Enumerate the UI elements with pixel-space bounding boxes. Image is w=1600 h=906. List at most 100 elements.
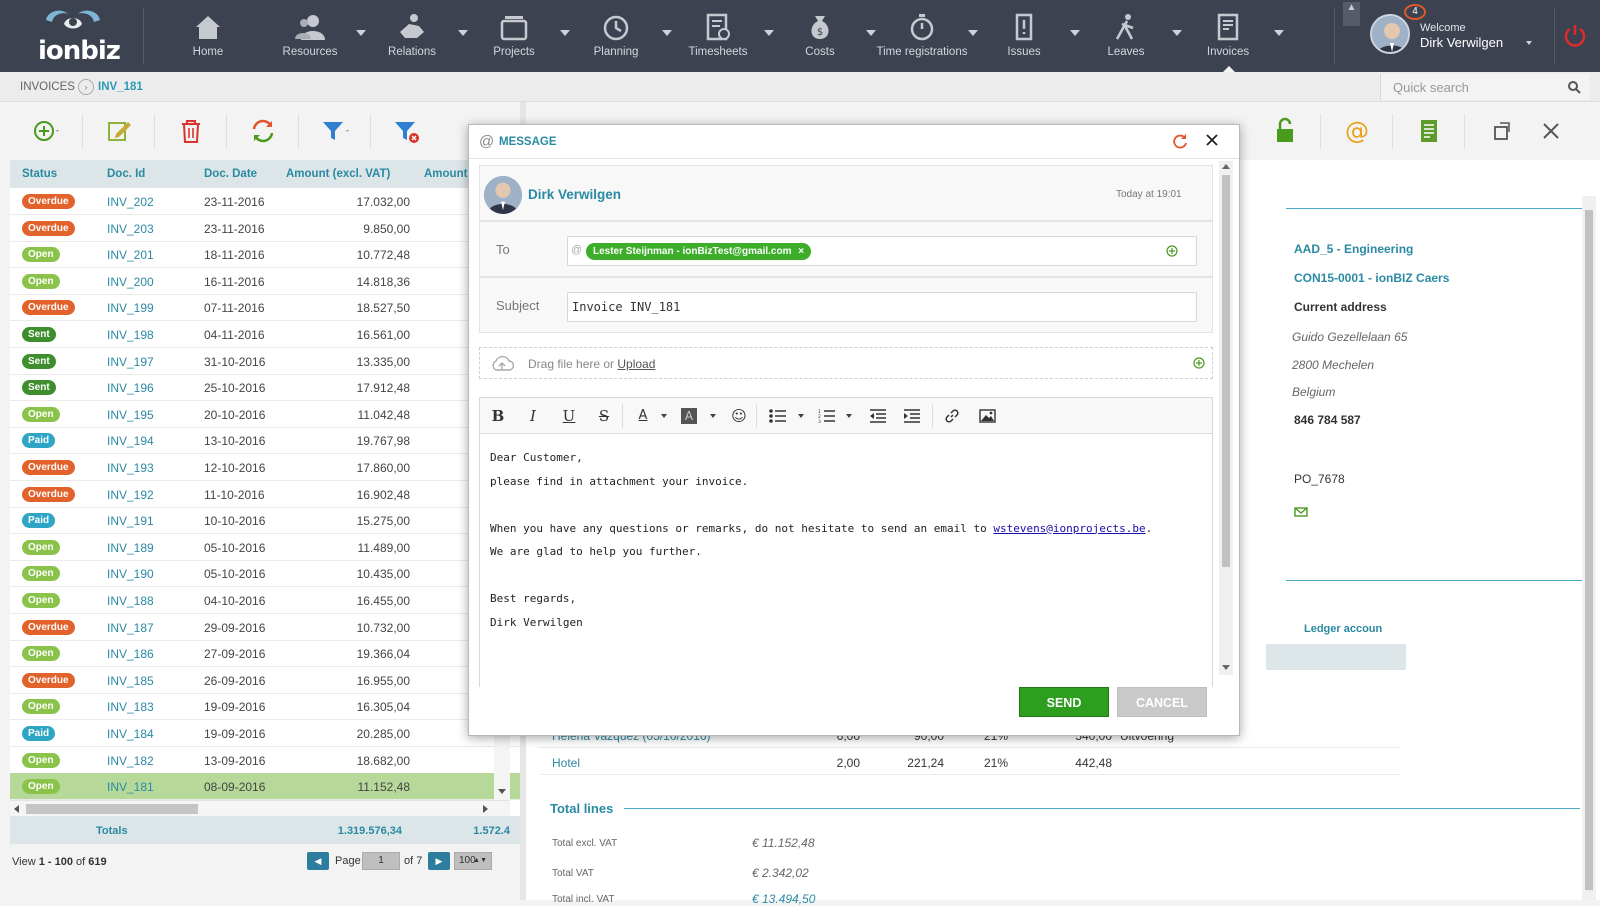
refresh-icon[interactable] — [1171, 132, 1189, 150]
scroll-down-icon[interactable] — [1222, 663, 1230, 671]
horizontal-scrollbar[interactable] — [10, 800, 510, 816]
chevron-down-icon[interactable] — [661, 414, 667, 418]
ionbiz-logo[interactable]: ionbiz — [20, 6, 128, 66]
chevron-down-icon[interactable] — [710, 414, 716, 418]
doc-id[interactable]: INV_187 — [107, 621, 154, 635]
nav-planning[interactable]: Planning — [566, 8, 672, 64]
doc-id[interactable]: INV_188 — [107, 594, 154, 608]
strikethrough-icon[interactable]: S — [594, 407, 614, 425]
doc-id[interactable]: INV_199 — [107, 301, 154, 315]
search-icon[interactable] — [1567, 80, 1581, 94]
doc-id[interactable]: INV_195 — [107, 408, 154, 422]
nav-relations[interactable]: Relations — [362, 8, 468, 64]
edit-icon[interactable] — [104, 116, 134, 146]
to-field[interactable]: @ Lester Steijnman - ionBizTest@gmail.co… — [567, 236, 1197, 266]
chevron-down-icon[interactable] — [1526, 41, 1532, 45]
email-link[interactable]: wstevens@ionprojects.be — [993, 522, 1145, 535]
power-icon[interactable] — [1562, 22, 1588, 48]
column-header-amount-excl-vat[interactable]: Amount (excl. VAT) — [286, 168, 390, 180]
table-row[interactable]: Overdue INV_199 07-11-2016 18.527,50 — [10, 294, 520, 322]
nav-timesheets[interactable]: Timesheets — [668, 8, 774, 64]
table-row[interactable]: Overdue INV_192 11-10-2016 16.902,48 — [10, 481, 520, 508]
nav-invoices[interactable]: Invoices — [1178, 8, 1284, 64]
chevron-down-icon[interactable] — [1274, 30, 1284, 36]
doc-id[interactable]: INV_181 — [107, 780, 154, 794]
font-color-icon[interactable]: A — [633, 407, 653, 425]
table-row[interactable]: Paid INV_191 10-10-2016 15.275,00 — [10, 507, 520, 535]
table-row[interactable]: Open INV_189 05-10-2016 11.489,00 — [10, 534, 520, 561]
table-row[interactable]: OpenINV_18213-09-201618.682,0022 — [10, 747, 520, 774]
outdent-icon[interactable] — [869, 409, 887, 423]
doc-id[interactable]: INV_182 — [107, 754, 154, 768]
doc-id[interactable]: INV_198 — [107, 328, 154, 342]
email-icon[interactable]: @ — [1342, 116, 1372, 146]
page-size-select[interactable]: 100 ▲▼ — [454, 852, 492, 870]
table-row[interactable]: PaidINV_18419-09-201620.285,0024 — [10, 720, 520, 747]
table-row[interactable]: Open INV_200 16-11-2016 14.818,36 — [10, 268, 520, 295]
doc-id[interactable]: INV_193 — [107, 461, 154, 475]
add-icon[interactable] — [30, 116, 60, 146]
italic-icon[interactable]: I — [523, 407, 543, 425]
add-recipient-icon[interactable] — [1166, 245, 1178, 257]
doc-id[interactable]: INV_186 — [107, 647, 154, 661]
scroll-right-icon[interactable] — [480, 804, 490, 814]
doc-id[interactable]: INV_191 — [107, 514, 154, 528]
invoice-document-icon[interactable] — [1414, 116, 1444, 146]
nav-time-registrations[interactable]: Time registrations — [872, 8, 978, 64]
line-row[interactable]: Hotel 2,00 221,24 21% 442,48 — [540, 749, 1400, 775]
scrollbar-thumb[interactable] — [1585, 210, 1593, 890]
link-icon[interactable] — [944, 408, 960, 424]
doc-id[interactable]: INV_203 — [107, 222, 154, 236]
user-menu[interactable]: Welcome Dirk Verwilgen — [1370, 14, 1540, 60]
cancel-button[interactable]: CANCEL — [1117, 687, 1207, 717]
nav-leaves[interactable]: Leaves — [1076, 8, 1182, 64]
table-row[interactable]: OpenINV_18108-09-201611.152,4813 — [10, 773, 520, 800]
numbered-list-icon[interactable]: 123 — [818, 409, 836, 423]
table-row[interactable]: Open INV_201 18-11-2016 10.772,48 — [10, 241, 520, 269]
doc-id[interactable]: INV_200 — [107, 275, 154, 289]
remove-recipient-icon[interactable]: × — [798, 246, 804, 257]
nav-resources[interactable]: Resources — [260, 8, 366, 64]
table-row[interactable]: Overdue INV_187 29-09-2016 10.732,00 — [10, 614, 520, 641]
doc-id[interactable]: INV_202 — [107, 195, 154, 209]
doc-id[interactable]: INV_196 — [107, 381, 154, 395]
delete-icon[interactable] — [176, 116, 206, 146]
highlight-color-icon[interactable]: A — [681, 408, 697, 424]
indent-icon[interactable] — [903, 409, 921, 423]
close-icon[interactable] — [1203, 131, 1221, 149]
file-drop-zone[interactable]: Drag file here or Upload — [479, 347, 1213, 379]
add-file-icon[interactable] — [1193, 357, 1205, 369]
quick-search-input[interactable]: Quick search — [1380, 74, 1590, 100]
unlock-icon[interactable] — [1270, 116, 1300, 146]
contract-link[interactable]: CON15-0001 - ionBIZ Caers — [1294, 271, 1449, 285]
scroll-left-icon[interactable] — [12, 804, 22, 814]
doc-id[interactable]: INV_201 — [107, 248, 154, 262]
table-row[interactable]: Paid INV_194 13-10-2016 19.767,98 — [10, 427, 520, 455]
underline-icon[interactable]: U — [559, 407, 579, 425]
dialog-scrollbar[interactable] — [1219, 161, 1233, 675]
table-row[interactable]: Open INV_183 19-09-2016 16.305,04 — [10, 693, 520, 721]
nav-home[interactable]: Home — [158, 8, 258, 64]
nav-issues[interactable]: Issues — [974, 8, 1080, 64]
image-icon[interactable] — [979, 409, 996, 423]
table-row[interactable]: Overdue INV_203 23-11-2016 9.850,00 — [10, 215, 520, 242]
message-body[interactable]: Dear Customer, please find in attachment… — [490, 446, 1190, 634]
table-row[interactable]: Open INV_190 05-10-2016 10.435,00 — [10, 560, 520, 588]
table-row[interactable]: Sent INV_198 04-11-2016 16.561,00 — [10, 321, 520, 348]
doc-id[interactable]: INV_194 — [107, 434, 154, 448]
column-header-amount[interactable]: Amount — [424, 168, 467, 180]
chevron-down-icon[interactable] — [846, 414, 852, 418]
doc-id[interactable]: INV_197 — [107, 355, 154, 369]
doc-id[interactable]: INV_183 — [107, 700, 154, 714]
clear-filter-icon[interactable] — [392, 116, 422, 146]
doc-id[interactable]: INV_184 — [107, 727, 154, 741]
scrollbar-thumb[interactable] — [1222, 175, 1230, 567]
upload-link[interactable]: Upload — [617, 357, 655, 371]
doc-id[interactable]: INV_185 — [107, 674, 154, 688]
prev-page-button[interactable]: ◀ — [307, 852, 329, 870]
table-row[interactable]: Sent INV_197 31-10-2016 13.335,00 — [10, 348, 520, 375]
table-row[interactable]: Open INV_188 04-10-2016 16.455,00 — [10, 587, 520, 614]
table-row[interactable]: Sent INV_196 25-10-2016 17.912,48 — [10, 374, 520, 402]
column-header-status[interactable]: Status — [22, 168, 57, 180]
next-page-button[interactable]: ▶ — [428, 852, 450, 870]
